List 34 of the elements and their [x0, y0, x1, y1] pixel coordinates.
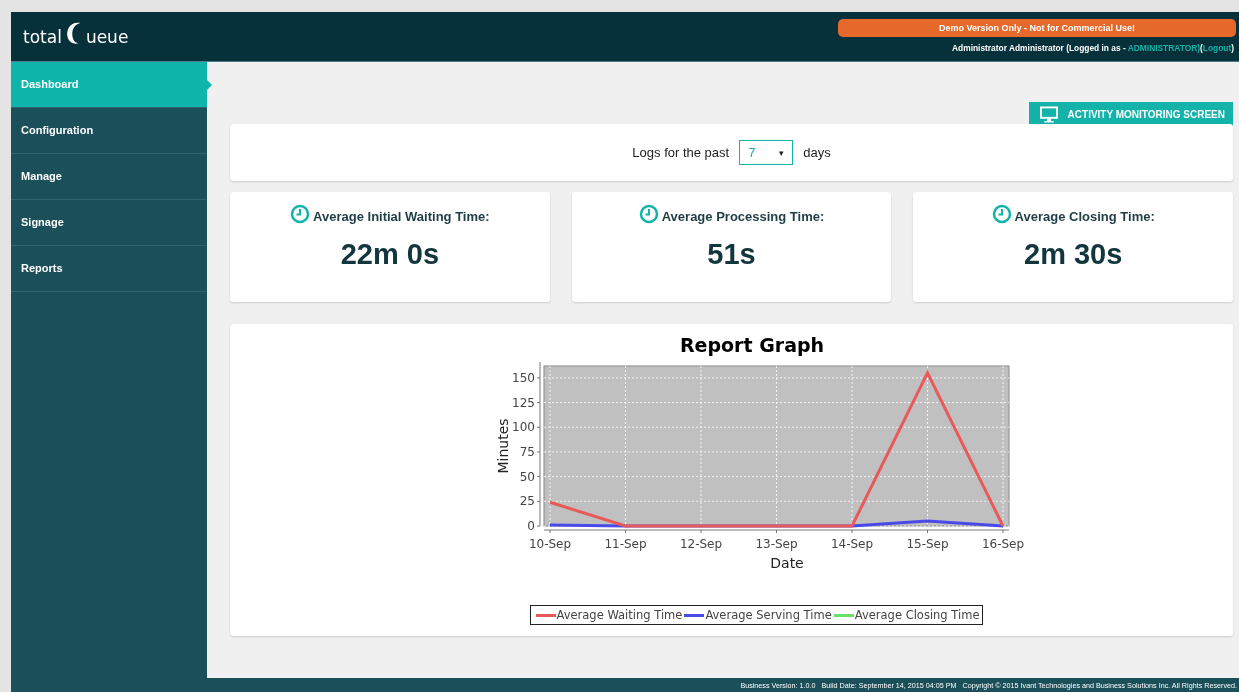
bracket-text: ( [1200, 43, 1203, 53]
stat-value: 22m 0s [340, 238, 439, 271]
y-axis-title: Minutes [494, 418, 511, 474]
user-text: Administrator Administrator (Logged in as - [952, 43, 1127, 53]
stat-label: Average Closing Time: [1014, 208, 1155, 224]
stat-label: Average Processing Time: [661, 208, 825, 224]
stat-value: 51s [707, 238, 756, 271]
x-tick-label: 13-Sep [754, 537, 798, 551]
x-tick-label: 12-Sep [679, 537, 722, 551]
logo: total ueue [11, 12, 129, 61]
stat-value: 2m 30s [1024, 238, 1123, 271]
filter-label: days [803, 145, 831, 160]
chart-title: Report Graph [679, 334, 824, 356]
y-tick-label: 100 [511, 420, 535, 435]
user-role: ADMINISTRATOR) [1127, 43, 1201, 53]
demo-banner: Demo Version Only - Not for Commercial Use! [838, 19, 1236, 37]
x-tick-label: 11-Sep [603, 537, 647, 551]
x-tick-label: 16-Sep [981, 537, 1024, 551]
x-tick-label: 14-Sep [830, 537, 873, 551]
y-tick-label: 125 [511, 395, 535, 410]
y-tick-label: 25 [519, 494, 535, 509]
x-axis-title: Date [769, 555, 804, 571]
y-tick-label: 50 [519, 469, 535, 484]
y-tick-label: 150 [511, 370, 535, 385]
bracket-text: ) [1231, 43, 1234, 53]
filter-label: Logs for the past [632, 145, 730, 160]
legend-label: Average Serving Time [705, 608, 832, 622]
legend-label: Average Closing Time [854, 608, 980, 622]
x-tick-label: 10-Sep [528, 537, 571, 551]
x-tick-label: 15-Sep [905, 537, 949, 551]
y-tick-label: 75 [519, 444, 535, 459]
legend-label: Average Waiting Time [556, 608, 683, 622]
y-tick-label: 0 [526, 519, 535, 533]
stat-label: Average Initial Waiting Time: [313, 208, 490, 224]
